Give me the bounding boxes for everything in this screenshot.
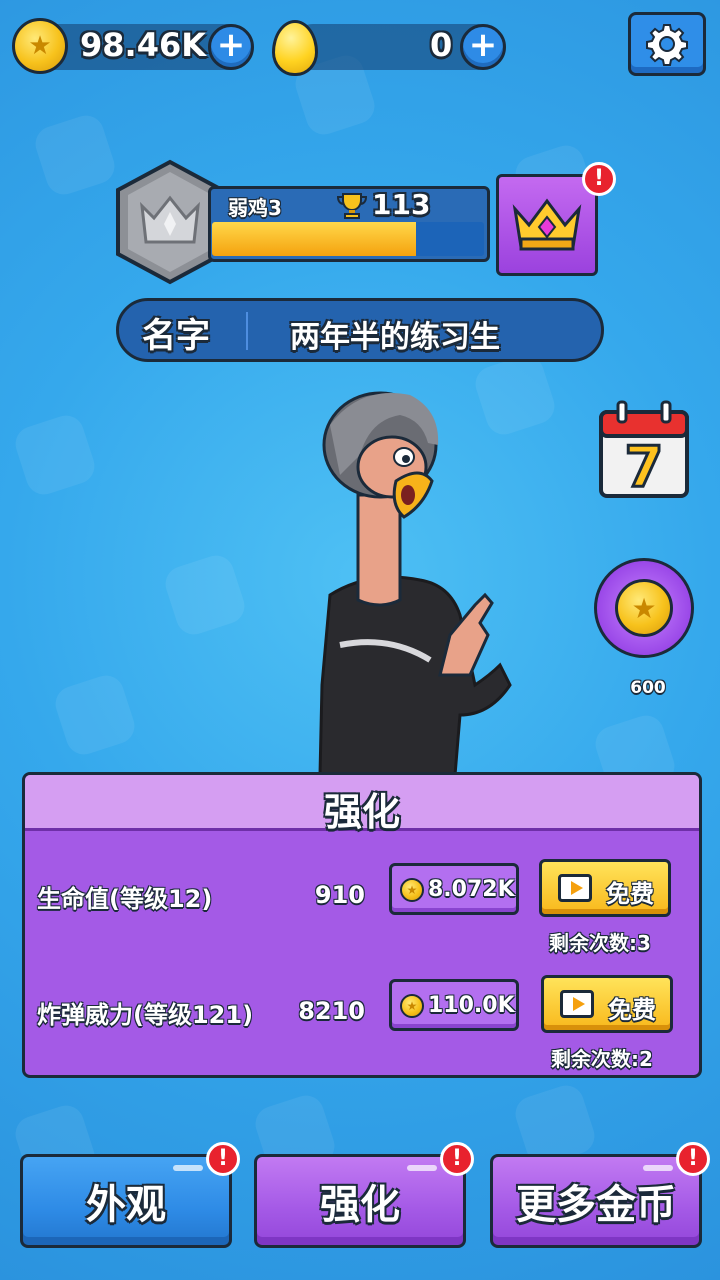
calendar-day: 7 bbox=[625, 435, 664, 500]
upgrade-panel-title: 强化 bbox=[323, 790, 400, 834]
crown-button[interactable] bbox=[496, 174, 598, 276]
add-coins-button[interactable]: + bbox=[208, 24, 254, 70]
coin-balance: 98.46K bbox=[80, 26, 207, 64]
daily-login-calendar-icon[interactable]: 7 bbox=[598, 400, 690, 500]
rank-progress-bar bbox=[212, 222, 484, 256]
upgrade-bomb-label: 炸弹威力(等级121) bbox=[37, 1001, 254, 1029]
upgrade-health-label: 生命值(等级12) bbox=[37, 885, 213, 913]
appearance-alert-badge: ! bbox=[206, 1142, 240, 1176]
add-eggs-button[interactable]: + bbox=[460, 24, 506, 70]
crown-icon bbox=[512, 198, 582, 251]
gloss bbox=[643, 1165, 673, 1171]
rank-progress-fill bbox=[212, 222, 416, 256]
upgrade-bomb-coin-button[interactable]: ★ 110.0K bbox=[389, 979, 519, 1031]
coin-icon: ★ bbox=[12, 18, 68, 74]
free-label: 免费 bbox=[608, 996, 656, 1024]
upgrade-bomb-free-button[interactable]: 免费 bbox=[541, 975, 673, 1033]
settings-button[interactable] bbox=[628, 12, 706, 76]
trophy-count: 113 bbox=[372, 188, 431, 221]
nav-more-coins-button[interactable]: 更多金币 bbox=[490, 1154, 702, 1248]
egg-balance: 0 bbox=[430, 26, 453, 64]
upgrade-bomb-value: 8210 bbox=[298, 997, 365, 1025]
name-separator bbox=[246, 312, 248, 350]
egg-icon bbox=[272, 20, 318, 76]
coin-icon: ★ bbox=[615, 579, 673, 637]
nav-more-coins-label: 更多金币 bbox=[516, 1182, 676, 1228]
name-label: 名字 bbox=[142, 316, 210, 356]
crown-alert-badge: ! bbox=[582, 162, 616, 196]
nav-upgrade-button[interactable]: 强化 bbox=[254, 1154, 466, 1248]
upgrade-health-cost: 8.072K bbox=[428, 877, 515, 902]
nav-appearance-label: 外观 bbox=[86, 1182, 166, 1228]
video-icon bbox=[558, 874, 592, 902]
upgrade-health-value: 910 bbox=[314, 881, 365, 909]
coin-reward-button[interactable]: ★ bbox=[594, 558, 694, 658]
coin-reward-amount: 600 bbox=[630, 678, 666, 698]
upgrade-bomb-remaining: 剩余次数:2 bbox=[551, 1047, 653, 1071]
coin-icon: ★ bbox=[400, 994, 424, 1018]
upgrade-bomb-cost: 110.0K bbox=[428, 993, 515, 1018]
nav-appearance-button[interactable]: 外观 bbox=[20, 1154, 232, 1248]
free-label: 免费 bbox=[606, 880, 654, 908]
nav-upgrade-label: 强化 bbox=[320, 1182, 400, 1228]
upgrade-panel: 强化 生命值(等级12) 910 ★ 8.072K 免费 剩余次数:3 炸弹威力… bbox=[22, 772, 702, 1078]
upgrade-health-free-button[interactable]: 免费 bbox=[539, 859, 671, 917]
player-character bbox=[318, 391, 512, 775]
gloss bbox=[407, 1165, 437, 1171]
video-icon bbox=[560, 990, 594, 1018]
rank-name: 弱鸡3 bbox=[228, 196, 282, 220]
coin-icon: ★ bbox=[400, 878, 424, 902]
upgrade-health-remaining: 剩余次数:3 bbox=[549, 931, 651, 955]
upgrade-health-coin-button[interactable]: ★ 8.072K bbox=[389, 863, 519, 915]
player-name: 两年半的练习生 bbox=[290, 320, 500, 355]
upgrade-alert-badge: ! bbox=[440, 1142, 474, 1176]
more-coins-alert-badge: ! bbox=[676, 1142, 710, 1176]
gear-icon bbox=[646, 24, 688, 66]
gloss bbox=[173, 1165, 203, 1171]
trophy-icon bbox=[336, 193, 368, 219]
